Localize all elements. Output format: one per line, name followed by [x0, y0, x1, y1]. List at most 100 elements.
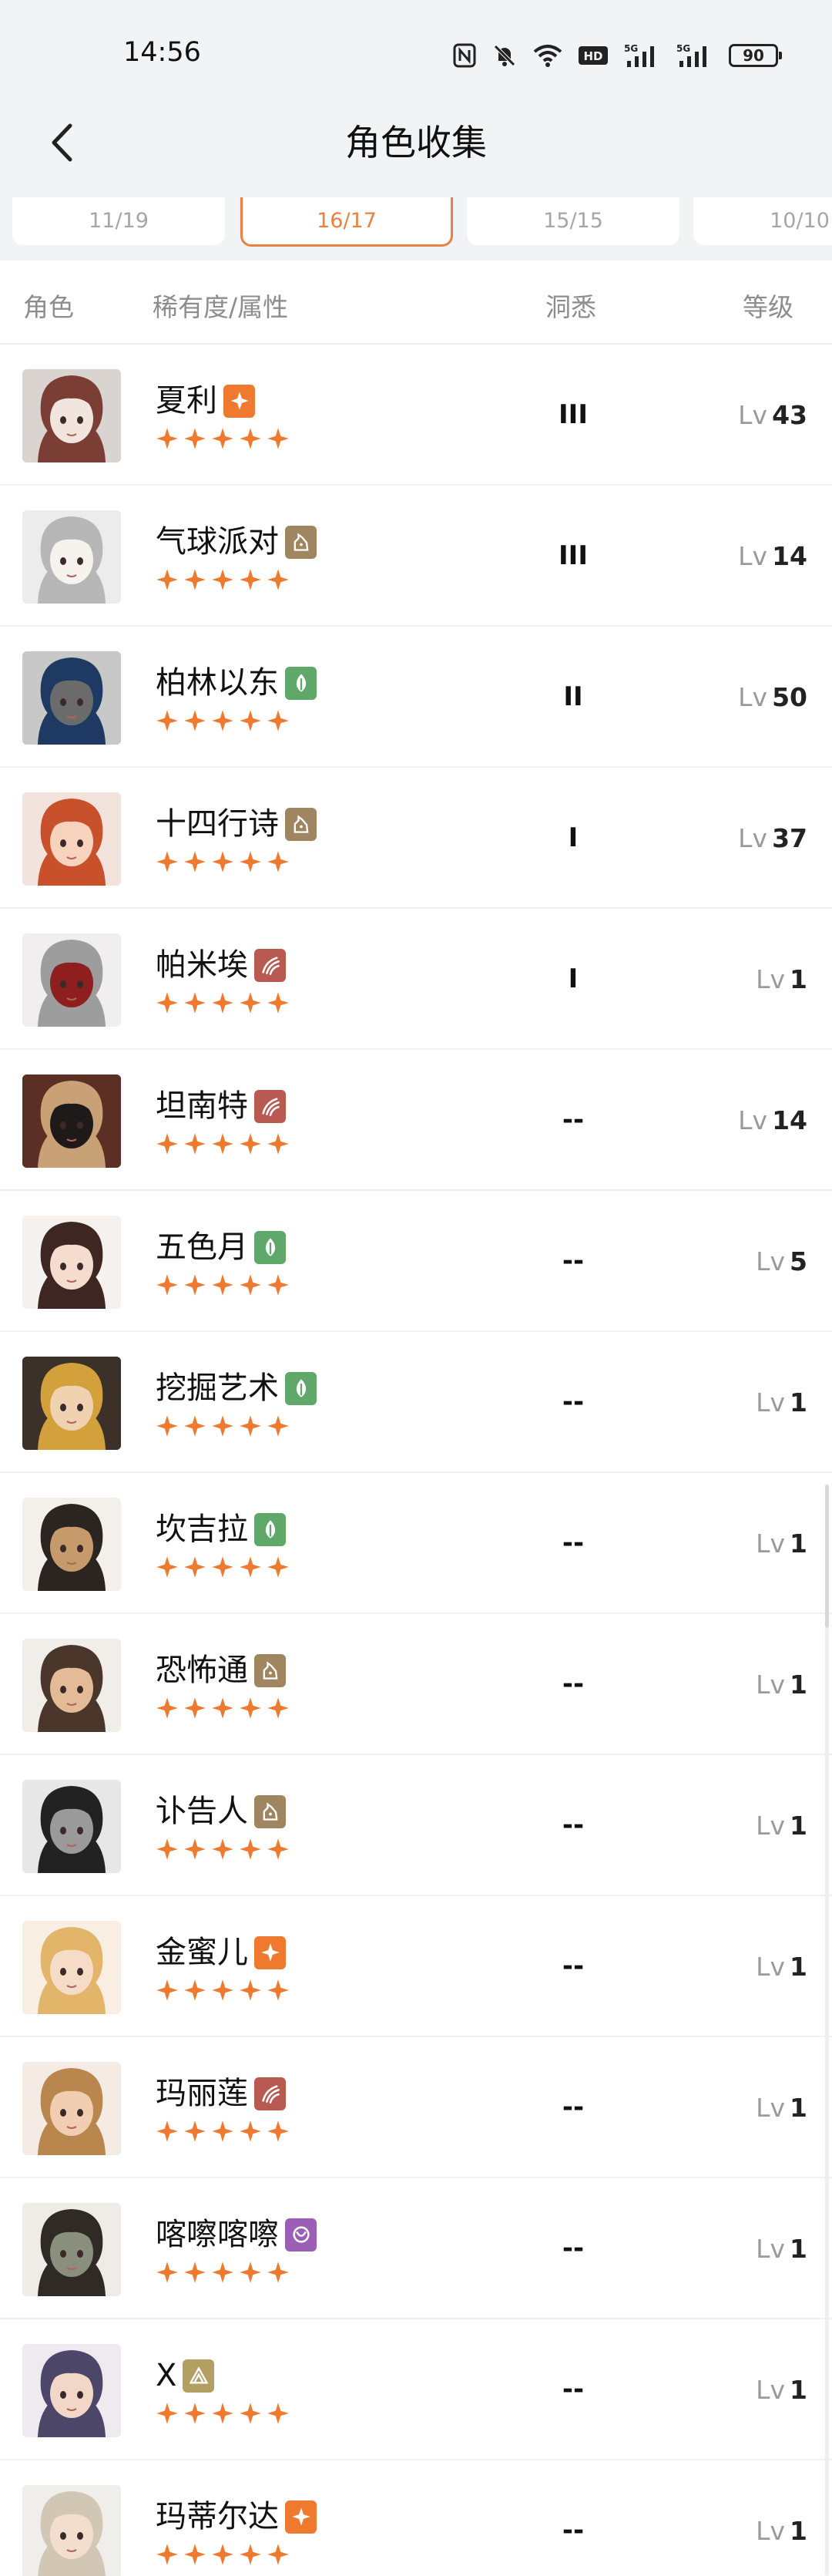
name-block: 恐怖通	[156, 1651, 286, 1690]
name-block: 讣告人	[156, 1792, 286, 1831]
level-value: Lv 43	[738, 345, 807, 486]
scrollbar-track[interactable]	[825, 1628, 829, 2576]
beast-attribute-icon	[285, 525, 317, 559]
character-row[interactable]: 玛丽莲 -- Lv 1	[0, 2037, 832, 2178]
avatar	[22, 933, 121, 1027]
name-block: 挖掘艺术	[156, 1369, 317, 1407]
tab-4[interactable]: 10/10	[693, 197, 832, 245]
tab-3[interactable]: 15/15	[467, 197, 679, 245]
level-prefix: Lv	[738, 400, 768, 430]
level-value: Lv 14	[738, 486, 807, 627]
name-block: 十四行诗	[156, 805, 317, 843]
rarity-star-icon	[212, 851, 233, 873]
status-time: 14:56	[123, 37, 201, 68]
tab-2-active[interactable]: 16/17	[240, 197, 453, 247]
column-familiarity: 洞悉	[545, 292, 596, 322]
rarity-star-icon	[156, 1556, 178, 1578]
column-level: 等级	[743, 292, 793, 322]
level-value: Lv 5	[756, 1191, 807, 1332]
rarity-star-icon	[184, 1415, 206, 1437]
familiarity-value: II	[563, 681, 583, 712]
rarity-star-icon	[212, 428, 233, 449]
rarity-star-icon	[212, 1979, 233, 2001]
character-row[interactable]: 恐怖通 -- Lv 1	[0, 1614, 832, 1755]
column-rarity: 稀有度/属性	[153, 292, 289, 322]
portrait-image	[22, 1074, 121, 1168]
name-block: 金蜜儿	[156, 1933, 286, 1972]
level-number: 1	[790, 1952, 807, 1982]
character-row[interactable]: 玛蒂尔达 -- Lv 1	[0, 2460, 832, 2576]
level-number: 14	[772, 1105, 807, 1135]
rarity-star-icon	[212, 1274, 233, 1296]
name-block: 喀嚓喀嚓	[156, 2215, 317, 2254]
level-value: Lv 1	[756, 2319, 807, 2460]
rarity-star-icon	[184, 1979, 206, 2001]
character-row[interactable]: 帕米埃 I Lv 1	[0, 909, 832, 1050]
rarity-stars	[156, 1273, 290, 1296]
rarity-star-icon	[156, 2544, 178, 2565]
character-row[interactable]: 柏林以东 II Lv 50	[0, 627, 832, 768]
level-prefix: Lv	[756, 1246, 786, 1276]
tab-1[interactable]: 11/19	[12, 197, 225, 245]
character-name: 柏林以东	[156, 665, 279, 701]
rarity-stars	[156, 1697, 290, 1720]
rarity-star-icon	[267, 1697, 289, 1719]
portrait-image	[22, 2485, 121, 2576]
level-prefix: Lv	[738, 823, 768, 853]
rarity-star-icon	[267, 2544, 289, 2565]
plant-attribute-icon	[254, 1230, 286, 1264]
rarity-star-icon	[267, 428, 289, 449]
familiarity-value: --	[562, 2233, 585, 2264]
rarity-star-icon	[267, 2262, 289, 2283]
name-block: 五色月	[156, 1228, 286, 1266]
level-prefix: Lv	[756, 1811, 786, 1841]
page-title: 角色收集	[345, 122, 487, 163]
level-number: 1	[790, 1528, 807, 1559]
rarity-star-icon	[240, 1133, 261, 1155]
avatar	[22, 1498, 121, 1591]
level-value: Lv 1	[756, 1614, 807, 1755]
character-row[interactable]: 五色月 -- Lv 5	[0, 1191, 832, 1332]
portrait-image	[22, 651, 121, 745]
character-row[interactable]: 气球派对 III Lv 14	[0, 486, 832, 627]
character-name: 玛蒂尔达	[156, 2499, 279, 2534]
rarity-star-icon	[156, 1133, 178, 1155]
level-value: Lv 1	[756, 2178, 807, 2319]
level-value: Lv 1	[756, 2037, 807, 2178]
character-row[interactable]: 金蜜儿 -- Lv 1	[0, 1896, 832, 2037]
spirit-attribute-icon	[285, 2218, 317, 2251]
character-name: 讣告人	[156, 1794, 248, 1829]
avatar	[22, 2062, 121, 2155]
character-row[interactable]: 挖掘艺术 -- Lv 1	[0, 1332, 832, 1473]
rarity-star-icon	[184, 992, 206, 1014]
nfc-icon	[453, 43, 476, 68]
character-row[interactable]: X -- Lv 1	[0, 2319, 832, 2460]
familiarity-value: III	[559, 399, 588, 430]
rarity-star-icon	[240, 851, 261, 873]
character-row[interactable]: 讣告人 -- Lv 1	[0, 1755, 832, 1896]
svg-text:HD: HD	[583, 49, 602, 63]
character-name: 挖掘艺术	[156, 1370, 279, 1406]
avatar	[22, 1074, 121, 1168]
character-name: 坎吉拉	[156, 1512, 248, 1547]
portrait-image	[22, 1639, 121, 1732]
character-row[interactable]: 夏利 III Lv 43	[0, 345, 832, 486]
character-row[interactable]: 坦南特 -- Lv 14	[0, 1050, 832, 1191]
plant-attribute-icon	[285, 1371, 317, 1405]
avatar	[22, 2203, 121, 2296]
rarity-star-icon	[267, 1838, 289, 1860]
level-number: 1	[790, 964, 807, 994]
rarity-stars	[156, 568, 290, 591]
mineral-attribute-icon	[254, 948, 286, 982]
rarity-star-icon	[184, 851, 206, 873]
character-row[interactable]: 坎吉拉 -- Lv 1	[0, 1473, 832, 1614]
familiarity-value: III	[559, 540, 588, 571]
familiarity-value: --	[562, 1528, 585, 1559]
scrollbar-thumb[interactable]	[825, 1485, 829, 1628]
character-name: X	[156, 2358, 177, 2393]
intellect-attribute-icon	[183, 2359, 215, 2393]
mineral-attribute-icon	[254, 2077, 286, 2110]
character-row[interactable]: 十四行诗 I Lv 37	[0, 768, 832, 909]
avatar	[22, 1216, 121, 1309]
character-row[interactable]: 喀嚓喀嚓 -- Lv 1	[0, 2178, 832, 2319]
